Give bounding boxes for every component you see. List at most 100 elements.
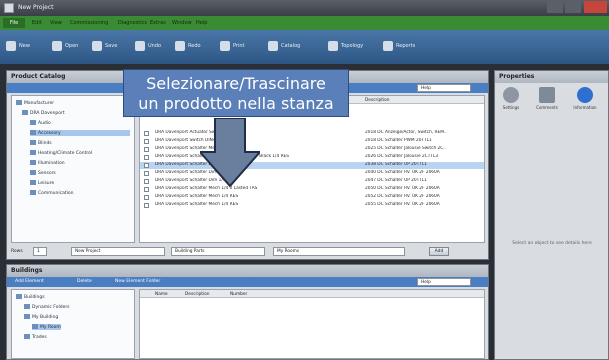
table-row[interactable]: DRA Davenport Schalter Mech / Jalousiesc… (140, 154, 484, 161)
row-checkbox[interactable] (144, 171, 149, 176)
tree-item-dynamic-folders[interactable]: Dynamic Folders (24, 304, 70, 310)
tab-settings[interactable]: Settings (499, 105, 523, 110)
menu-item-view[interactable]: View (50, 20, 62, 26)
tree-label: Leisure (38, 181, 55, 186)
row-desc: 2047 DC Schalter UP 20TTL1 (365, 178, 427, 183)
row-name: DRA Davenport Schalter Mech 1/4 RES (155, 202, 239, 207)
tab-comments[interactable]: Comments (535, 105, 559, 110)
add-element-button[interactable]: Add Element (15, 279, 44, 284)
tree-item-dra-davenport[interactable]: DRA Davenport (22, 110, 65, 116)
folder-icon (30, 150, 36, 155)
topology-label: Topology (341, 43, 364, 49)
undo-icon (135, 41, 145, 51)
row-checkbox[interactable] (144, 203, 149, 208)
tree-label: Trades (32, 335, 47, 340)
new-folder-button[interactable]: New Element Folder (115, 279, 160, 284)
menu-item-diagnostics[interactable]: Diagnostics (118, 20, 147, 26)
row-checkbox[interactable] (144, 155, 149, 160)
table-row[interactable]: DRA Davenport Schalter Dim 1/4 UP 2047 DC… (140, 178, 484, 185)
catalog-icon (268, 41, 278, 51)
tree-item-trades[interactable]: Trades (24, 334, 47, 340)
tree-item-heating[interactable]: Heating/Climate Control (30, 150, 92, 156)
redo-button[interactable]: Redo (175, 39, 201, 53)
building-dropdown[interactable]: Building Parts (171, 247, 265, 256)
print-label: Print (233, 43, 245, 49)
table-row[interactable]: DRA Davenport Schalter Mech 1/4 RES 2052 … (140, 194, 484, 201)
properties-empty-text: Select an object to see details here (512, 241, 592, 246)
column-name[interactable]: Name (155, 292, 168, 297)
table-row[interactable]: DRA Davenport Schalter Mech 1/4 0 Lasted… (140, 186, 484, 193)
table-row[interactable]: DRA Davenport Schalter Mech RES 2025 DC S… (140, 146, 484, 153)
column-number[interactable]: Number (230, 292, 247, 297)
tree-item-my-building[interactable]: My Building (24, 314, 58, 320)
tree-item-manufacturer[interactable]: Manufacturer (16, 100, 54, 106)
column-description[interactable]: Description (365, 98, 389, 103)
column-description[interactable]: Description (185, 292, 209, 297)
product-search-input[interactable]: Help (417, 84, 471, 92)
catalog-button[interactable]: Catalog (268, 39, 300, 53)
close-button[interactable] (584, 1, 607, 13)
folder-icon (30, 130, 36, 135)
file-menu[interactable]: File (3, 18, 25, 28)
tree-item-my-room[interactable]: My Room (32, 324, 61, 330)
save-icon (92, 41, 102, 51)
tree-item-buildings[interactable]: Buildings (16, 294, 45, 300)
topology-icon (328, 41, 338, 51)
row-checkbox[interactable] (144, 187, 149, 192)
table-row[interactable]: DRA Davenport Actuator Switch DIN4 RES 20… (140, 130, 484, 137)
print-button[interactable]: Print (220, 39, 245, 53)
buildings-search-input[interactable]: Help (417, 278, 471, 286)
tree-label: Communication (38, 191, 74, 196)
tab-information[interactable]: Information (573, 105, 597, 110)
folder-icon (30, 140, 36, 145)
table-row[interactable]: DRA Davenport Schalter Mech 1/4 RES 2055 … (140, 202, 484, 209)
callout-line-1: Selezionare/Trascinare (146, 74, 326, 93)
rows-label: Rows (11, 249, 23, 254)
minimize-button[interactable] (547, 1, 563, 13)
new-button[interactable]: New (6, 39, 30, 53)
buildings-pane: Buildings Add Element Delete New Element… (6, 264, 489, 360)
reports-button[interactable]: Reports (383, 39, 415, 53)
tree-item-blinds[interactable]: Blinds (30, 140, 52, 146)
table-row[interactable]: DRA Davenport Schalter Dim 1/4 RES 2040 D… (140, 170, 484, 177)
tree-item-communication[interactable]: Communication (30, 190, 73, 196)
open-button[interactable]: Open (52, 39, 78, 53)
table-row[interactable]: DRA Davenport Switch DIN4 RES 2018 DC Sch… (140, 138, 484, 145)
folder-icon (30, 120, 36, 125)
save-button[interactable]: Save (92, 39, 117, 53)
comments-icon[interactable] (539, 87, 555, 103)
row-desc: 2018 DC Schalter PWM 20TTL1 (365, 138, 432, 143)
row-desc: 2055 DC Schalter RV. UK 2F 2060A (365, 202, 440, 207)
menu-item-commissioning[interactable]: Commissioning (70, 20, 108, 26)
tree-item-accessory[interactable]: Accessory (30, 130, 130, 136)
row-checkbox[interactable] (144, 147, 149, 152)
row-checkbox[interactable] (144, 163, 149, 168)
tree-item-leisure[interactable]: Leisure (30, 180, 54, 186)
add-button[interactable]: Add (429, 247, 449, 256)
building-icon (24, 314, 30, 319)
row-checkbox[interactable] (144, 195, 149, 200)
row-checkbox[interactable] (144, 179, 149, 184)
undo-button[interactable]: Undo (135, 39, 161, 53)
tree-item-audio[interactable]: Audio (30, 120, 51, 126)
menu-item-edit[interactable]: Edit (32, 20, 42, 26)
table-row-selected[interactable]: DRA Davenport Schalter Dim 1/4 UP 2038 DC… (140, 162, 484, 169)
tree-item-illumination[interactable]: Illumination (30, 160, 65, 166)
menu-item-window[interactable]: Window (172, 20, 192, 26)
app-icon (4, 3, 14, 13)
room-dropdown[interactable]: My Rooms (273, 247, 405, 256)
menu-item-help[interactable]: Help (196, 20, 207, 26)
maximize-button[interactable] (565, 1, 581, 13)
tree-item-sensors[interactable]: Sensors (30, 170, 56, 176)
menu-item-extras[interactable]: Extras (150, 20, 166, 26)
row-checkbox[interactable] (144, 131, 149, 136)
settings-icon[interactable] (503, 87, 519, 103)
project-dropdown[interactable]: New Project (71, 247, 165, 256)
new-icon (6, 41, 16, 51)
rows-stepper[interactable]: 1 (33, 247, 47, 256)
row-checkbox[interactable] (144, 139, 149, 144)
delete-button[interactable]: Delete (77, 279, 92, 284)
properties-header: Properties (495, 71, 608, 83)
topology-button[interactable]: Topology (328, 39, 363, 53)
info-icon[interactable] (577, 87, 593, 103)
